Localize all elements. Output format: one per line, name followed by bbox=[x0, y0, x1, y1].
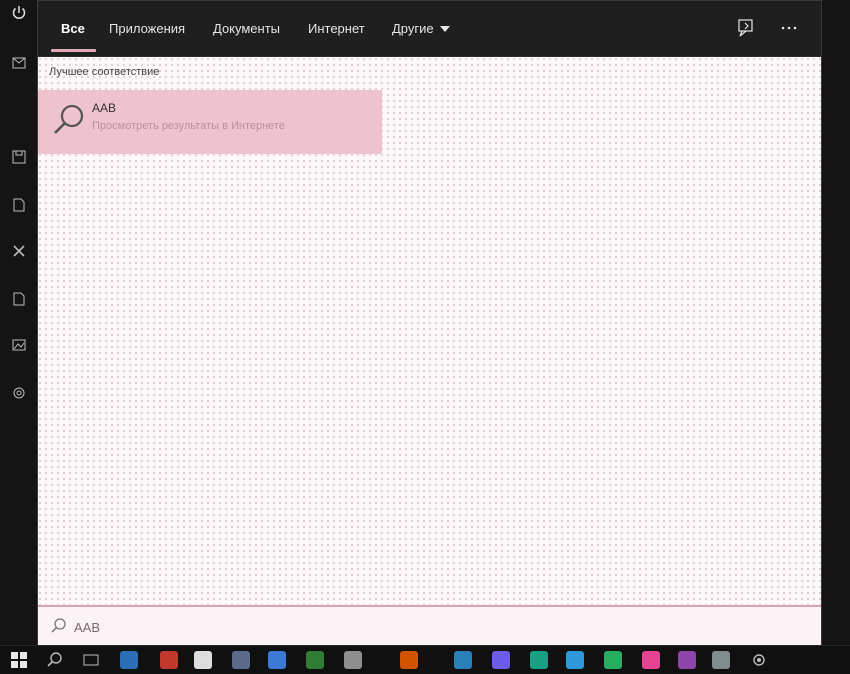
tab-all[interactable]: Все bbox=[61, 1, 85, 56]
app-icon[interactable] bbox=[306, 651, 324, 669]
best-match-result[interactable]: AAB Просмотреть результаты в Интернете bbox=[38, 90, 382, 154]
app-icon[interactable] bbox=[566, 651, 584, 669]
search-results-panel: Лучшее соответствие AAB Просмотреть резу… bbox=[38, 57, 821, 605]
tab-label: Приложения bbox=[109, 21, 186, 36]
mail-icon[interactable] bbox=[10, 54, 28, 72]
section-title: Лучшее соответствие bbox=[49, 66, 160, 78]
desktop-background bbox=[820, 0, 850, 645]
app-icon[interactable] bbox=[530, 651, 548, 669]
search-icon bbox=[50, 617, 68, 635]
excel-icon[interactable] bbox=[10, 242, 28, 260]
app-icon[interactable] bbox=[712, 651, 730, 669]
app-icon[interactable] bbox=[492, 651, 510, 669]
app-icon[interactable] bbox=[642, 651, 660, 669]
tab-apps[interactable]: Приложения bbox=[109, 1, 185, 56]
best-match-subtitle: Просмотреть результаты в Интернете bbox=[92, 120, 285, 132]
save-icon[interactable] bbox=[10, 148, 28, 166]
search-box bbox=[38, 605, 821, 646]
app-icon[interactable] bbox=[268, 651, 286, 669]
app-icon[interactable] bbox=[454, 651, 472, 669]
tab-label: Другие bbox=[392, 21, 434, 36]
search-window: Все Приложения Документы Интернет Другие… bbox=[37, 0, 822, 646]
best-match-title: AAB bbox=[92, 101, 117, 115]
settings-icon[interactable] bbox=[10, 384, 28, 402]
tab-documents[interactable]: Документы bbox=[213, 1, 280, 56]
search-tabs-bar: Все Приложения Документы Интернет Другие bbox=[38, 1, 821, 57]
tab-more[interactable]: Другие bbox=[392, 1, 450, 56]
app-icon[interactable] bbox=[678, 651, 696, 669]
feedback-icon[interactable] bbox=[735, 17, 757, 39]
document-icon[interactable] bbox=[10, 196, 28, 214]
start-menu-rail bbox=[0, 0, 37, 645]
app-icon[interactable] bbox=[344, 651, 362, 669]
taskbar bbox=[0, 645, 850, 674]
app-icon[interactable] bbox=[400, 651, 418, 669]
file-icon[interactable] bbox=[10, 290, 28, 308]
power-icon[interactable] bbox=[10, 4, 28, 22]
tab-label: Интернет bbox=[308, 21, 365, 36]
app-icon[interactable] bbox=[194, 651, 212, 669]
windows-start-icon[interactable] bbox=[10, 651, 28, 669]
chevron-down-icon bbox=[439, 26, 450, 32]
tab-web[interactable]: Интернет bbox=[308, 1, 365, 56]
app-icon[interactable] bbox=[160, 651, 178, 669]
active-tab-indicator bbox=[51, 49, 96, 52]
task-view-icon[interactable] bbox=[82, 651, 100, 669]
more-icon[interactable] bbox=[778, 17, 800, 39]
tab-label: Все bbox=[61, 21, 85, 36]
app-icon[interactable] bbox=[232, 651, 250, 669]
image-icon[interactable] bbox=[10, 336, 28, 354]
search-input[interactable] bbox=[72, 615, 776, 639]
tab-label: Документы bbox=[213, 21, 281, 36]
app-icon[interactable] bbox=[604, 651, 622, 669]
gear-icon[interactable] bbox=[750, 651, 768, 669]
search-icon[interactable] bbox=[46, 651, 64, 669]
app-icon[interactable] bbox=[120, 651, 138, 669]
search-icon bbox=[50, 100, 90, 140]
